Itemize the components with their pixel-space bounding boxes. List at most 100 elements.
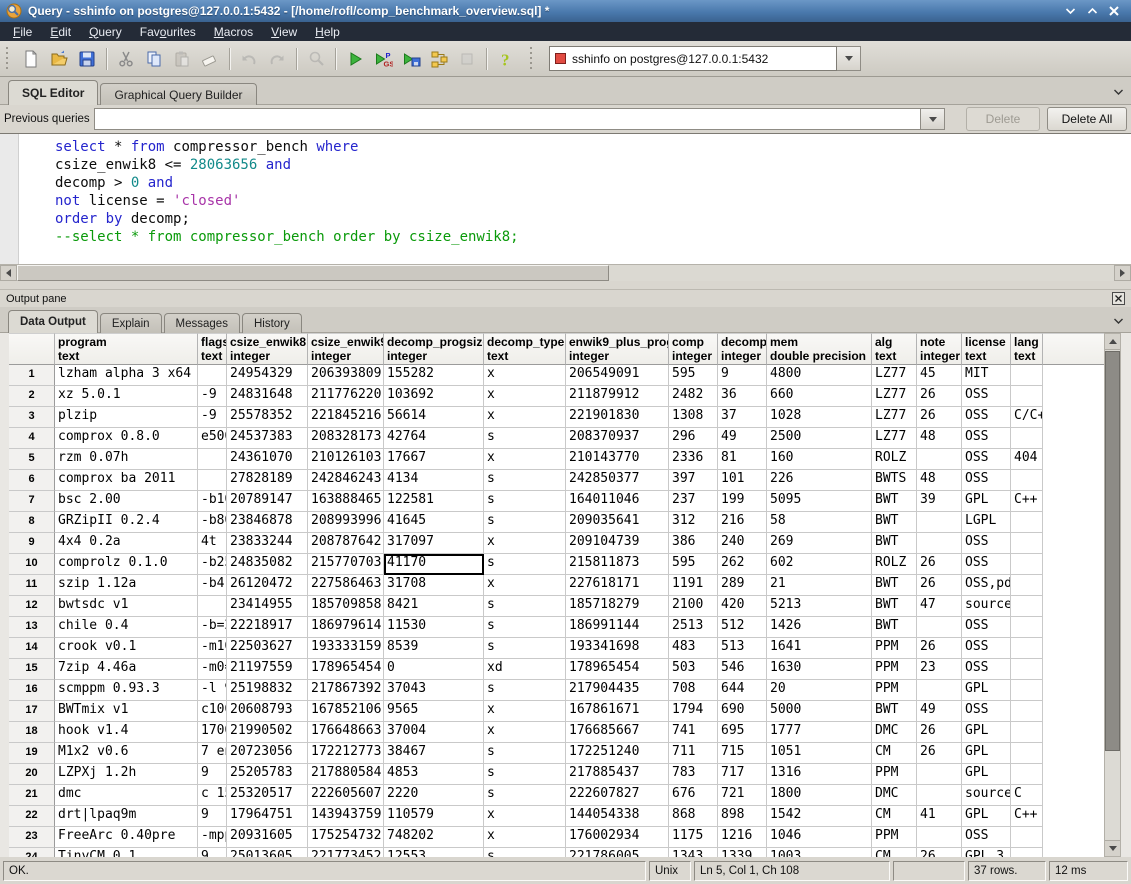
cell-alg[interactable]: PPM <box>872 827 917 848</box>
cell-alg[interactable]: ROLZ <box>872 449 917 470</box>
vscroll-up-arrow-icon[interactable] <box>1105 334 1120 350</box>
cell-csize-enwik8[interactable]: 20789147 <box>227 491 308 512</box>
cell-license[interactable]: GPL <box>962 680 1011 701</box>
execute-to-file-button[interactable] <box>397 45 425 72</box>
cell-decomp-type[interactable]: x <box>484 533 566 554</box>
editor-hscrollbar[interactable] <box>0 264 1131 281</box>
cell-lang[interactable] <box>1011 743 1043 764</box>
cell-decomp-type[interactable]: s <box>484 764 566 785</box>
cell-decomp[interactable]: 513 <box>718 638 767 659</box>
cell-alg[interactable]: LZ77 <box>872 386 917 407</box>
cell-lang[interactable]: 404 <box>1011 449 1043 470</box>
cell-program[interactable]: rzm 0.07h <box>55 449 198 470</box>
cell-license[interactable]: LGPL <box>962 512 1011 533</box>
maximize-button[interactable] <box>1081 3 1103 19</box>
cell-decomp[interactable]: 49 <box>718 428 767 449</box>
column-header-comp[interactable]: comp integer <box>669 333 718 365</box>
cell-csize-enwik9[interactable]: 222605607 <box>308 785 384 806</box>
cell-csize-enwik9[interactable]: 208993996 <box>308 512 384 533</box>
cell-decomp-type[interactable]: s <box>484 638 566 659</box>
row-number[interactable]: 6 <box>9 470 55 491</box>
cell-alg[interactable]: BWT <box>872 533 917 554</box>
editor-tabs-expander-icon[interactable] <box>1111 85 1125 99</box>
cell-decomp[interactable]: 101 <box>718 470 767 491</box>
cell-csize-enwik8[interactable]: 21197559 <box>227 659 308 680</box>
column-header-csize-enwik9[interactable]: csize_enwik9 integer <box>308 333 384 365</box>
cell-program[interactable]: M1x2 v0.6 <box>55 743 198 764</box>
cell-csize-enwik8[interactable]: 24361070 <box>227 449 308 470</box>
cell-program[interactable]: scmppm 0.93.3 <box>55 680 198 701</box>
cell-note[interactable]: 26 <box>917 848 962 857</box>
cell-comp[interactable]: 483 <box>669 638 718 659</box>
tab-history[interactable]: History <box>242 313 302 333</box>
cell-license[interactable]: OSS <box>962 827 1011 848</box>
cell-note[interactable]: 26 <box>917 407 962 428</box>
cell-lang[interactable]: C++ <box>1011 491 1043 512</box>
cell-program[interactable]: GRZipII 0.2.4 <box>55 512 198 533</box>
cell-note[interactable]: 26 <box>917 554 962 575</box>
cell-csize-enwik8[interactable]: 25198832 <box>227 680 308 701</box>
cell-csize-enwik8[interactable]: 24954329 <box>227 365 308 386</box>
close-button[interactable] <box>1103 3 1125 19</box>
cell-note[interactable]: 39 <box>917 491 962 512</box>
cell-decomp-progsize[interactable]: 8539 <box>384 638 484 659</box>
column-header-mem[interactable]: mem double precision <box>767 333 872 365</box>
cell-license[interactable]: OSS <box>962 407 1011 428</box>
cell-csize-enwik9[interactable]: 242846243 <box>308 470 384 491</box>
cell-csize-enwik9[interactable]: 208787642 <box>308 533 384 554</box>
cell-note[interactable] <box>917 764 962 785</box>
cell-license[interactable]: source <box>962 785 1011 806</box>
row-number[interactable]: 20 <box>9 764 55 785</box>
cell-flags[interactable]: -mpp <box>198 827 227 848</box>
previous-queries-dropdown[interactable] <box>921 108 945 130</box>
close-output-pane-button[interactable] <box>1112 292 1125 305</box>
cell-enwik9-plus-prog[interactable]: 186991144 <box>566 617 669 638</box>
tab-sql-editor[interactable]: SQL Editor <box>8 80 98 105</box>
explain-query-button[interactable] <box>425 45 453 72</box>
cell-csize-enwik9[interactable]: 175254732 <box>308 827 384 848</box>
cell-decomp[interactable]: 1216 <box>718 827 767 848</box>
cell-decomp-progsize[interactable]: 37004 <box>384 722 484 743</box>
cell-alg[interactable]: BWT <box>872 491 917 512</box>
cell-note[interactable]: 48 <box>917 470 962 491</box>
cell-decomp-progsize[interactable]: 4853 <box>384 764 484 785</box>
cell-decomp-type[interactable]: s <box>484 680 566 701</box>
cell-program[interactable]: chile 0.4 <box>55 617 198 638</box>
cell-decomp[interactable]: 289 <box>718 575 767 596</box>
cell-mem[interactable]: 1028 <box>767 407 872 428</box>
cell-csize-enwik8[interactable]: 27828189 <box>227 470 308 491</box>
cell-program[interactable]: TinyCM 0.1 <box>55 848 198 857</box>
cell-comp[interactable]: 595 <box>669 365 718 386</box>
column-header-lang[interactable]: lang text <box>1011 333 1043 365</box>
cell-decomp-type[interactable]: x <box>484 827 566 848</box>
cell-note[interactable] <box>917 785 962 806</box>
cell-enwik9-plus-prog[interactable]: 221901830 <box>566 407 669 428</box>
cell-license[interactable]: GPL <box>962 764 1011 785</box>
cell-csize-enwik8[interactable]: 25013605 <box>227 848 308 857</box>
cell-decomp[interactable]: 1339 <box>718 848 767 857</box>
cell-enwik9-plus-prog[interactable]: 209104739 <box>566 533 669 554</box>
cell-decomp-type[interactable]: s <box>484 617 566 638</box>
cell-decomp[interactable]: 36 <box>718 386 767 407</box>
cell-program[interactable]: lzham alpha 3 x64 <box>55 365 198 386</box>
cell-decomp-type[interactable]: x <box>484 407 566 428</box>
cell-program[interactable]: szip 1.12a <box>55 575 198 596</box>
cell-alg[interactable]: DMC <box>872 722 917 743</box>
cell-comp[interactable]: 783 <box>669 764 718 785</box>
row-number[interactable]: 5 <box>9 449 55 470</box>
connection-grip[interactable] <box>530 47 535 71</box>
hscroll-left-arrow-icon[interactable] <box>0 265 17 281</box>
cell-flags[interactable]: -m10 <box>198 638 227 659</box>
cell-decomp-progsize[interactable]: 4134 <box>384 470 484 491</box>
cell-lang[interactable] <box>1011 470 1043 491</box>
cell-lang[interactable] <box>1011 638 1043 659</box>
cell-comp[interactable]: 503 <box>669 659 718 680</box>
cell-mem[interactable]: 160 <box>767 449 872 470</box>
cell-csize-enwik9[interactable]: 210126103 <box>308 449 384 470</box>
vscroll-thumb[interactable] <box>1105 351 1120 751</box>
save-file-button[interactable] <box>73 45 101 72</box>
cell-flags[interactable]: 9 <box>198 764 227 785</box>
cell-csize-enwik9[interactable]: 221845216 <box>308 407 384 428</box>
cell-decomp-progsize[interactable]: 2220 <box>384 785 484 806</box>
cell-note[interactable]: 26 <box>917 743 962 764</box>
